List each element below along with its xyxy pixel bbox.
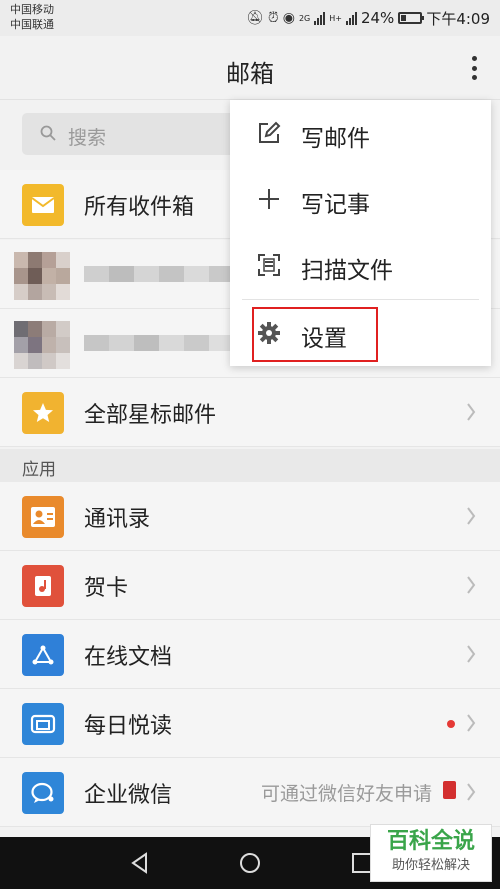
star-icon — [22, 392, 64, 434]
inbox-icon — [22, 184, 64, 226]
all-inbox-label: 所有收件箱 — [84, 195, 195, 220]
avatar — [14, 252, 70, 300]
unread-dot — [447, 720, 455, 728]
plus-icon — [259, 189, 279, 209]
app-label: 通讯录 — [84, 507, 151, 532]
more-vertical-icon[interactable] — [470, 56, 478, 80]
menu-label: 写记事 — [301, 192, 370, 218]
alarm-icon: ⏰︎ — [267, 10, 279, 26]
app-item-online-docs[interactable]: 在线文档 — [0, 620, 500, 689]
watermark-title: 百科全说 — [386, 829, 475, 854]
menu-item-compose[interactable]: 写邮件 — [230, 100, 491, 166]
clock: 下午4:09 — [426, 9, 490, 28]
starred-mail-label: 全部星标邮件 — [84, 403, 217, 428]
watermark-subtitle: 助你轻松解决 — [391, 858, 470, 873]
app-item-contacts[interactable]: 通讯录 — [0, 482, 500, 551]
wechat-work-icon — [22, 772, 64, 814]
status-bar: 中国移动 中国联通 🔕︎ ⏰︎ ◉ 2G H+ 24% 下午4:09 — [0, 0, 500, 36]
menu-label: 写邮件 — [301, 126, 370, 152]
app-label: 在线文档 — [84, 645, 173, 670]
app-label: 企业微信 — [84, 783, 173, 808]
chevron-right-icon — [467, 403, 476, 421]
search-placeholder: 搜索 — [68, 127, 107, 149]
network-1-label: 2G — [298, 13, 311, 23]
network-2-label: H+ — [329, 13, 342, 23]
section-title: 应用 — [22, 460, 56, 480]
account-name-blurred — [84, 266, 234, 282]
app-item-wechat-work[interactable]: 企业微信 可通过微信好友申请 — [0, 758, 500, 827]
compose-icon — [259, 121, 281, 143]
app-item-daily-reading[interactable]: 每日悦读 — [0, 689, 500, 758]
reading-icon — [22, 703, 64, 745]
chevron-right-icon — [467, 714, 476, 732]
apps-section-header: 应用 — [0, 449, 500, 482]
carrier-1: 中国移动 — [10, 3, 54, 16]
home-icon[interactable] — [238, 851, 262, 875]
red-envelope-icon — [443, 781, 456, 799]
mute-icon: 🔕︎ — [246, 10, 264, 26]
page-title: 邮箱 — [226, 60, 274, 88]
wechat-hint: 可通过微信好友申请 — [260, 783, 432, 805]
app-label: 贺卡 — [84, 576, 129, 601]
contacts-icon — [22, 496, 64, 538]
settings-highlight-box — [252, 307, 378, 362]
menu-item-scan[interactable]: 扫描文件 — [230, 232, 491, 298]
status-icons: 🔕︎ ⏰︎ ◉ 2G H+ 24% 下午4:09 — [246, 7, 490, 29]
eye-icon: ◉ — [282, 10, 295, 26]
search-icon — [40, 125, 56, 141]
card-icon — [22, 565, 64, 607]
chevron-right-icon — [467, 507, 476, 525]
battery-percent: 24% — [360, 9, 395, 27]
account-name-blurred — [84, 335, 234, 351]
chevron-right-icon — [467, 576, 476, 594]
title-bar: 邮箱 — [0, 36, 500, 100]
battery-icon — [398, 12, 425, 24]
back-icon[interactable] — [128, 851, 152, 875]
signal-icon-2 — [345, 11, 357, 25]
scan-icon — [258, 254, 280, 276]
chevron-right-icon — [467, 783, 476, 801]
carrier-2: 中国联通 — [10, 18, 54, 31]
signal-icon — [314, 11, 326, 25]
app-label: 每日悦读 — [84, 714, 173, 739]
document-icon — [22, 634, 64, 676]
avatar — [14, 321, 70, 369]
menu-item-note[interactable]: 写记事 — [230, 166, 491, 232]
app-item-greeting-card[interactable]: 贺卡 — [0, 551, 500, 620]
menu-label: 扫描文件 — [301, 258, 393, 284]
chevron-right-icon — [467, 645, 476, 663]
watermark-logo: 百科全说 助你轻松解决 — [370, 824, 492, 882]
starred-mail-row[interactable]: 全部星标邮件 — [0, 378, 500, 447]
